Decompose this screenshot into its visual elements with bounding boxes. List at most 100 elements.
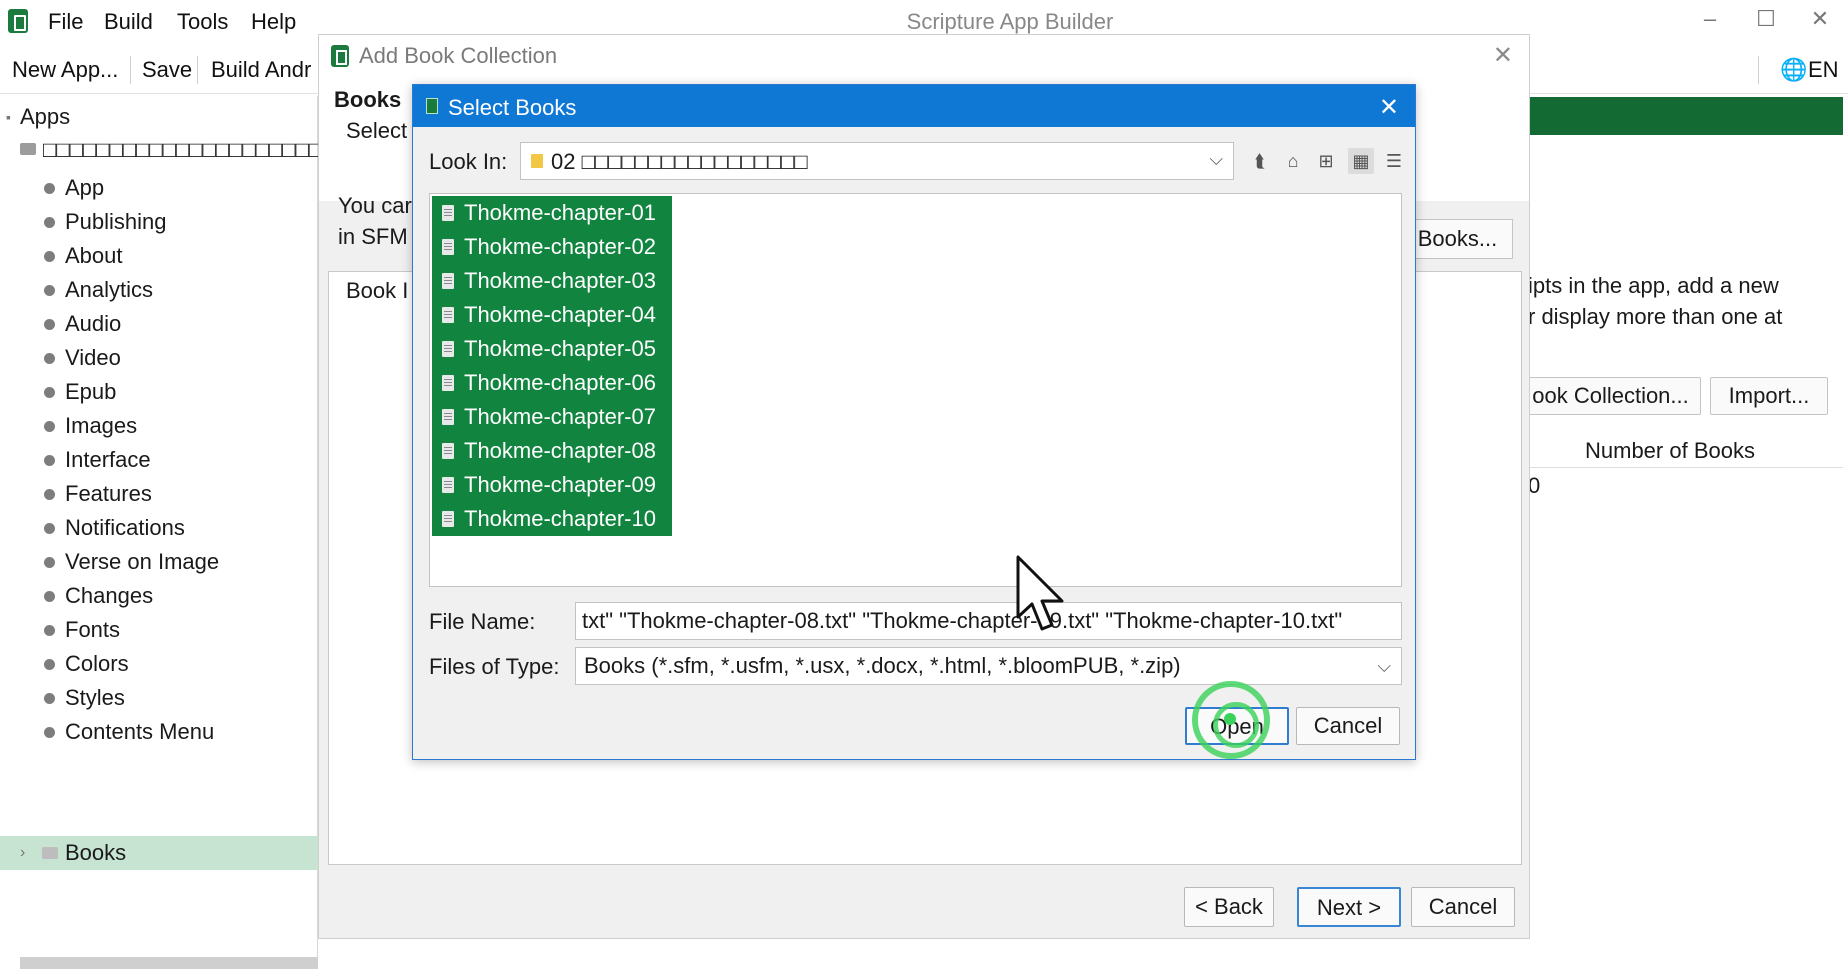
bullet-icon	[44, 727, 55, 738]
details-view-icon[interactable]: ☰	[1381, 148, 1407, 174]
file-list-item[interactable]: Thokme-chapter-05	[432, 332, 672, 366]
language-selector[interactable]: EN	[1808, 57, 1839, 83]
file-list-item[interactable]: Thokme-chapter-08	[432, 434, 672, 468]
bullet-icon	[44, 251, 55, 262]
dialog-titlebar: Add Book Collection ✕	[319, 35, 1529, 75]
sidebar-item-changes[interactable]: Changes	[0, 579, 318, 613]
chevron-right-icon[interactable]: ›	[20, 836, 25, 870]
sidebar-item-colors[interactable]: Colors	[0, 647, 318, 681]
file-name-label: File Name:	[429, 609, 536, 634]
app-logo-icon	[426, 98, 438, 114]
tree-label: Images	[65, 413, 138, 438]
sidebar-item-images[interactable]: Images	[0, 409, 318, 443]
sidebar-item-publishing[interactable]: Publishing	[0, 205, 318, 239]
cancel-button[interactable]: Cancel	[1411, 887, 1515, 927]
bullet-icon	[44, 217, 55, 228]
maximize-button[interactable]: ☐	[1746, 6, 1786, 32]
file-list-item[interactable]: Thokme-chapter-01	[432, 196, 672, 230]
file-list-item[interactable]: Thokme-chapter-07	[432, 400, 672, 434]
sidebar-item-notifications[interactable]: Notifications	[0, 511, 318, 545]
file-name: Thokme-chapter-07	[464, 404, 656, 429]
chevron-down-icon[interactable]: ⌵	[1209, 149, 1223, 170]
tree-label: Epub	[65, 379, 117, 404]
sidebar-item-features[interactable]: Features	[0, 477, 318, 511]
sidebar-item-audio[interactable]: Audio	[0, 307, 318, 341]
file-list-item[interactable]: Thokme-chapter-03	[432, 264, 672, 298]
app-logo-icon	[331, 45, 349, 67]
sidebar-item-contents-menu[interactable]: Contents Menu	[0, 715, 318, 749]
column-number-of-books: Number of Books	[1585, 438, 1755, 463]
file-list-item[interactable]: Thokme-chapter-02	[432, 230, 672, 264]
home-icon[interactable]: ⌂	[1280, 148, 1306, 174]
sidebar-scrollbar[interactable]	[20, 957, 318, 969]
tree-app-node[interactable]: □□□□□□□□□□□□□□□□□□□□□	[0, 133, 318, 167]
files-of-type-label: Files of Type:	[429, 654, 560, 679]
select-books-dialog: Select Books ✕ Look In: 02 □□□□□□□□□□□□□…	[412, 84, 1416, 760]
up-folder-icon[interactable]: ⮬	[1247, 148, 1273, 174]
build-android-button[interactable]: Build Andr	[211, 57, 311, 83]
globe-icon[interactable]: 🌐	[1780, 57, 1807, 83]
sidebar-item-fonts[interactable]: Fonts	[0, 613, 318, 647]
file-list-item[interactable]: Thokme-chapter-10	[432, 502, 672, 536]
look-in-dropdown[interactable]: 02 □□□□□□□□□□□□□□□□□ ⌵	[520, 142, 1234, 180]
bullet-icon	[44, 557, 55, 568]
minimize-button[interactable]: –	[1690, 6, 1730, 32]
description-text: You car	[338, 193, 412, 218]
cancel-button[interactable]: Cancel	[1296, 707, 1400, 745]
file-list[interactable]: Thokme-chapter-01 Thokme-chapter-02 Thokme…	[429, 193, 1402, 587]
look-in-label: Look In:	[429, 149, 508, 174]
sidebar-item-analytics[interactable]: Analytics	[0, 273, 318, 307]
header-bar	[1520, 97, 1843, 135]
file-name-input[interactable]: txt" "Thokme-chapter-08.txt" "Thokme-cha…	[575, 602, 1402, 640]
import-button[interactable]: Import...	[1710, 377, 1828, 415]
dialog-titlebar: Select Books ✕	[413, 85, 1415, 127]
file-icon	[442, 273, 454, 289]
next-button[interactable]: Next >	[1297, 887, 1401, 927]
file-name: Thokme-chapter-02	[464, 234, 656, 259]
sidebar-item-epub[interactable]: Epub	[0, 375, 318, 409]
file-icon	[442, 409, 454, 425]
dialog-title: Select Books	[448, 95, 577, 120]
file-icon	[442, 307, 454, 323]
bullet-icon	[44, 285, 55, 296]
dialog-close-button[interactable]: ✕	[1493, 41, 1513, 70]
sidebar-item-books[interactable]: › Books	[0, 836, 318, 870]
bullet-icon	[44, 659, 55, 670]
file-list-item[interactable]: Thokme-chapter-04	[432, 298, 672, 332]
tree-label: Publishing	[65, 209, 167, 234]
sidebar-item-styles[interactable]: Styles	[0, 681, 318, 715]
sidebar-item-app[interactable]: App	[0, 171, 318, 205]
bullet-icon	[44, 591, 55, 602]
chevron-down-icon[interactable]: ⌵	[1377, 648, 1391, 684]
tree-root-apps[interactable]: ▪ Apps	[0, 100, 318, 134]
tree-label: App	[65, 175, 105, 200]
sidebar-item-about[interactable]: About	[0, 239, 318, 273]
list-view-icon[interactable]: ▦	[1348, 148, 1374, 174]
add-book-collection-button[interactable]: ook Collection...	[1520, 377, 1701, 415]
sidebar-item-interface[interactable]: Interface	[0, 443, 318, 477]
file-name: Thokme-chapter-03	[464, 268, 656, 293]
save-button[interactable]: Save	[142, 57, 192, 83]
table-header: Number of Books	[1520, 432, 1843, 468]
back-button[interactable]: < Back	[1184, 887, 1274, 927]
file-icon	[442, 239, 454, 255]
file-list-item[interactable]: Thokme-chapter-09	[432, 468, 672, 502]
bullet-icon	[44, 183, 55, 194]
info-text: ipts in the app, add a new	[1528, 273, 1779, 298]
new-app-button[interactable]: New App...	[12, 57, 118, 83]
close-button[interactable]: ✕	[1800, 6, 1840, 32]
files-of-type-dropdown[interactable]: Books (*.sfm, *.usfm, *.usx, *.docx, *.h…	[575, 647, 1402, 685]
dialog-title: Add Book Collection	[359, 43, 558, 68]
bullet-icon	[44, 455, 55, 466]
folder-icon	[531, 154, 543, 168]
tree-label: Changes	[65, 583, 154, 608]
add-books-button[interactable]: Books...	[1402, 219, 1513, 259]
sidebar-item-verse-on-image[interactable]: Verse on Image	[0, 545, 318, 579]
file-name: Thokme-chapter-09	[464, 472, 656, 497]
dialog-close-button[interactable]: ✕	[1379, 93, 1399, 122]
mouse-pointer-icon	[1016, 555, 1064, 631]
sidebar-item-video[interactable]: Video	[0, 341, 318, 375]
info-text: r display more than one at	[1528, 304, 1783, 329]
file-list-item[interactable]: Thokme-chapter-06	[432, 366, 672, 400]
new-folder-icon[interactable]: ⊞	[1313, 148, 1339, 174]
